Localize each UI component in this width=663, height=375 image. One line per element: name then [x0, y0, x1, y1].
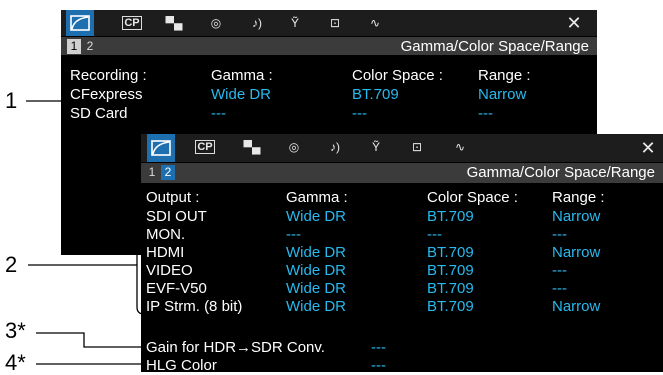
row-label: EVF-V50 [146, 280, 207, 297]
waveform-icon: ∿ [369, 16, 381, 30]
close-icon: ✕ [640, 137, 656, 158]
tab-system[interactable]: Ỹ [362, 136, 390, 158]
page-2-indicator[interactable]: 2 [83, 39, 97, 54]
title-bar: 1 2 Gamma/Color Space/Range [61, 37, 597, 55]
tab-camera[interactable]: ▀▄ [238, 136, 266, 158]
tab-settings-dial[interactable]: ◎ [280, 136, 308, 158]
row-color-space: BT.709 [352, 86, 399, 103]
gain-hdr-sdr-label: Gain for HDR→SDR Conv. [146, 339, 325, 356]
tab-custom-picture[interactable]: CP [118, 12, 146, 34]
header-color-space: Color Space : [427, 189, 518, 206]
tab-system[interactable]: Ỹ [281, 12, 309, 34]
callout-2: 2 [5, 252, 18, 277]
row-label: MON. [146, 226, 186, 243]
close-icon: ✕ [566, 12, 582, 33]
menu-tab-bar: CP ▀▄ ◎ ♪) Ỹ ⊡ ∿ ✕ [141, 134, 663, 162]
tab-gamma[interactable] [147, 134, 175, 162]
row-range: --- [552, 226, 567, 243]
page-title: Gamma/Color Space/Range [466, 164, 655, 181]
row-label: HDMI [146, 244, 185, 261]
row-label: VIDEO [146, 262, 193, 279]
row-label: CFexpress [70, 86, 143, 103]
row-color-space: BT.709 [427, 280, 474, 297]
row-gamma: Wide DR [286, 298, 347, 315]
gain-hdr-sdr-value: --- [371, 339, 386, 356]
row-label: SD Card [70, 105, 128, 122]
row-color-space: BT.709 [427, 244, 474, 261]
tab-audio[interactable]: ♪) [321, 136, 349, 158]
assign-button-icon: ⊡ [411, 140, 423, 154]
close-button[interactable]: ✕ [563, 10, 585, 36]
audio-icon: ♪) [252, 16, 262, 30]
callout-4: 4* [5, 350, 26, 375]
title-bar: 1 2 Gamma/Color Space/Range [141, 163, 663, 183]
settings-dial-icon: ◎ [288, 140, 300, 154]
tab-assign[interactable]: ⊡ [403, 136, 431, 158]
header-gamma: Gamma : [211, 67, 273, 84]
row-color-space: BT.709 [427, 262, 474, 279]
page-title: Gamma/Color Space/Range [400, 38, 589, 55]
row-range: --- [478, 105, 493, 122]
waveform-icon: ∿ [454, 140, 466, 154]
row-color-space: BT.709 [427, 298, 474, 315]
tab-settings-dial[interactable]: ◎ [202, 12, 230, 34]
row-color-space: --- [352, 105, 367, 122]
tab-gamma[interactable] [66, 10, 94, 36]
tab-waveform[interactable]: ∿ [361, 12, 389, 34]
custom-picture-icon: CP [122, 16, 142, 30]
header-output: Output : [146, 189, 200, 206]
audio-icon: ♪) [330, 140, 340, 154]
page-1-indicator[interactable]: 1 [145, 165, 159, 180]
row-label: IP Strm. (8 bit) [146, 298, 243, 315]
tab-audio[interactable]: ♪) [243, 12, 271, 34]
header-color-space: Color Space : [352, 67, 443, 84]
gamma-curve-icon [151, 140, 171, 156]
custom-picture-icon: CP [195, 140, 215, 154]
callout-1: 1 [5, 88, 18, 113]
hlg-color-label: HLG Color [146, 357, 217, 372]
row-label: SDI OUT [146, 208, 207, 225]
row-color-space: --- [427, 226, 442, 243]
tab-camera[interactable]: ▀▄ [160, 12, 188, 34]
output-settings-screen: CP ▀▄ ◎ ♪) Ỹ ⊡ ∿ ✕ 1 2 Gamma/Color Space… [141, 134, 663, 372]
row-range: Narrow [552, 298, 601, 315]
close-button[interactable]: ✕ [637, 134, 659, 162]
camera-record-icon: ▀▄ [243, 140, 261, 154]
row-gamma: Wide DR [211, 86, 272, 103]
page-1-indicator[interactable]: 1 [67, 39, 81, 54]
row-gamma: Wide DR [286, 280, 347, 297]
tab-waveform[interactable]: ∿ [446, 136, 474, 158]
assign-button-icon: ⊡ [329, 16, 341, 30]
header-range: Range : [478, 67, 531, 84]
row-gamma: Wide DR [286, 208, 347, 225]
row-gamma: Wide DR [286, 244, 347, 261]
camera-record-icon: ▀▄ [165, 16, 183, 30]
header-gamma: Gamma : [286, 189, 348, 206]
page-2-indicator[interactable]: 2 [161, 165, 175, 180]
row-range: Narrow [552, 208, 601, 225]
menu-tab-bar: CP ▀▄ ◎ ♪) Ỹ ⊡ ∿ ✕ [61, 10, 597, 36]
wrench-icon: Ỹ [371, 140, 380, 154]
row-range: Narrow [478, 86, 527, 103]
settings-dial-icon: ◎ [210, 16, 222, 30]
wrench-icon: Ỹ [290, 16, 299, 30]
row-gamma: --- [211, 105, 226, 122]
header-range: Range : [552, 189, 605, 206]
header-recording: Recording : [70, 67, 147, 84]
row-range: --- [552, 280, 567, 297]
row-range: Narrow [552, 244, 601, 261]
callout-3: 3* [5, 318, 26, 343]
row-gamma: Wide DR [286, 262, 347, 279]
tab-custom-picture[interactable]: CP [191, 136, 219, 158]
row-range: --- [552, 262, 567, 279]
gamma-curve-icon [70, 15, 90, 31]
tab-assign[interactable]: ⊡ [321, 12, 349, 34]
row-gamma: --- [286, 226, 301, 243]
hlg-color-value: --- [371, 357, 386, 372]
row-color-space: BT.709 [427, 208, 474, 225]
